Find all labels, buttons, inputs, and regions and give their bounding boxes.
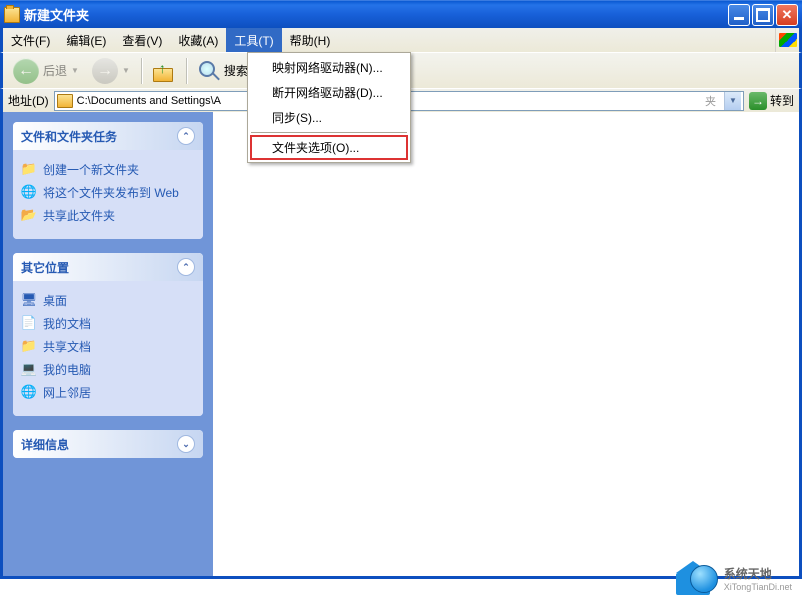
menu-view[interactable]: 查看(V) <box>114 28 170 52</box>
task-create-folder[interactable]: 📁 创建一个新文件夹 <box>21 158 195 181</box>
desktop-icon: 🖥 <box>21 292 37 308</box>
collapse-icon[interactable]: ⌃ <box>177 127 195 145</box>
menubar: 文件(F) 编辑(E) 查看(V) 收藏(A) 工具(T) 帮助(H) 映射网络… <box>0 28 802 52</box>
task-label: 网上邻居 <box>43 384 91 401</box>
window-title: 新建文件夹 <box>24 5 728 24</box>
task-label: 我的文档 <box>43 315 91 332</box>
menu-map-network-drive[interactable]: 映射网络驱动器(N)... <box>250 55 408 80</box>
panel-header[interactable]: 其它位置 ⌃ <box>13 253 203 281</box>
place-shared-docs[interactable]: 📁 共享文档 <box>21 335 195 358</box>
place-network[interactable]: 🌐 网上邻居 <box>21 381 195 404</box>
titlebar: 新建文件夹 <box>0 0 802 28</box>
toolbar-separator <box>141 58 142 84</box>
watermark-url: XiTongTianDi.net <box>724 582 792 592</box>
close-button[interactable] <box>776 4 798 26</box>
windows-flag-icon <box>775 28 799 52</box>
watermark-logo-icon <box>676 561 718 595</box>
task-label: 桌面 <box>43 292 67 309</box>
watermark: 系统天地 XiTongTianDi.net <box>676 561 792 595</box>
back-arrow-icon: ← <box>13 58 39 84</box>
toolbar-separator <box>186 58 187 84</box>
chevron-down-icon: ▼ <box>122 66 130 75</box>
task-label: 将这个文件夹发布到 Web <box>43 184 179 201</box>
sidebar: 文件和文件夹任务 ⌃ 📁 创建一个新文件夹 🌐 将这个文件夹发布到 Web 📂 … <box>3 112 213 576</box>
network-places-icon: 🌐 <box>21 384 37 400</box>
panel-header[interactable]: 详细信息 ⌄ <box>13 430 203 458</box>
share-folder-icon: 📂 <box>21 207 37 223</box>
panel-title: 其它位置 <box>21 259 69 276</box>
go-button[interactable]: → 转到 <box>749 92 794 110</box>
watermark-brand: 系统天地 <box>724 567 772 581</box>
minimize-button[interactable] <box>728 4 750 26</box>
shared-docs-icon: 📁 <box>21 338 37 354</box>
menu-file[interactable]: 文件(F) <box>3 28 58 52</box>
place-my-computer[interactable]: 💻 我的电脑 <box>21 358 195 381</box>
go-arrow-icon: → <box>749 92 767 110</box>
watermark-text: 系统天地 XiTongTianDi.net <box>724 565 792 592</box>
collapse-icon[interactable]: ⌃ <box>177 258 195 276</box>
content-area: 文件和文件夹任务 ⌃ 📁 创建一个新文件夹 🌐 将这个文件夹发布到 Web 📂 … <box>0 112 802 579</box>
panel-details: 详细信息 ⌄ <box>13 430 203 458</box>
panel-title: 详细信息 <box>21 436 69 453</box>
place-desktop[interactable]: 🖥 桌面 <box>21 289 195 312</box>
search-icon <box>198 60 220 82</box>
publish-web-icon: 🌐 <box>21 184 37 200</box>
menu-disconnect-drive[interactable]: 断开网络驱动器(D)... <box>250 80 408 105</box>
address-label: 地址(D) <box>8 92 49 109</box>
menu-synchronize[interactable]: 同步(S)... <box>250 105 408 130</box>
up-button[interactable]: ↑ <box>148 57 180 85</box>
my-computer-icon: 💻 <box>21 361 37 377</box>
place-my-documents[interactable]: 📄 我的文档 <box>21 312 195 335</box>
forward-arrow-icon: → <box>92 58 118 84</box>
panel-file-tasks: 文件和文件夹任务 ⌃ 📁 创建一个新文件夹 🌐 将这个文件夹发布到 Web 📂 … <box>13 122 203 239</box>
dropdown-separator <box>251 132 407 133</box>
panel-title: 文件和文件夹任务 <box>21 128 117 145</box>
menu-favorites[interactable]: 收藏(A) <box>170 28 226 52</box>
menu-edit[interactable]: 编辑(E) <box>58 28 114 52</box>
folder-icon <box>4 7 20 23</box>
up-folder-icon: ↑ <box>153 60 175 82</box>
menu-folder-options[interactable]: 文件夹选项(O)... <box>250 135 408 160</box>
panel-header[interactable]: 文件和文件夹任务 ⌃ <box>13 122 203 150</box>
task-share-folder[interactable]: 📂 共享此文件夹 <box>21 204 195 227</box>
tools-dropdown: 映射网络驱动器(N)... 断开网络驱动器(D)... 同步(S)... 文件夹… <box>247 52 411 163</box>
task-label: 创建一个新文件夹 <box>43 161 139 178</box>
task-label: 共享文档 <box>43 338 91 355</box>
task-label: 共享此文件夹 <box>43 207 115 224</box>
forward-button[interactable]: → ▼ <box>87 55 135 87</box>
folder-icon <box>57 94 73 108</box>
folder-new-icon: 📁 <box>21 161 37 177</box>
search-button[interactable]: 搜索 <box>193 57 253 85</box>
my-documents-icon: 📄 <box>21 315 37 331</box>
menu-tools[interactable]: 工具(T) <box>226 28 281 52</box>
panel-other-places: 其它位置 ⌃ 🖥 桌面 📄 我的文档 📁 共享文档 💻 我的电 <box>13 253 203 416</box>
task-publish-web[interactable]: 🌐 将这个文件夹发布到 Web <box>21 181 195 204</box>
back-button[interactable]: ← 后退 ▼ <box>8 55 84 87</box>
file-list-area[interactable] <box>213 112 799 576</box>
address-dropdown-button[interactable]: ▼ <box>724 92 741 110</box>
expand-icon[interactable]: ⌄ <box>177 435 195 453</box>
go-label: 转到 <box>770 92 794 109</box>
menu-help[interactable]: 帮助(H) <box>282 28 339 52</box>
chevron-down-icon: ▼ <box>71 66 79 75</box>
task-label: 我的电脑 <box>43 361 91 378</box>
back-label: 后退 <box>43 62 67 79</box>
maximize-button[interactable] <box>752 4 774 26</box>
search-label: 搜索 <box>224 62 248 79</box>
